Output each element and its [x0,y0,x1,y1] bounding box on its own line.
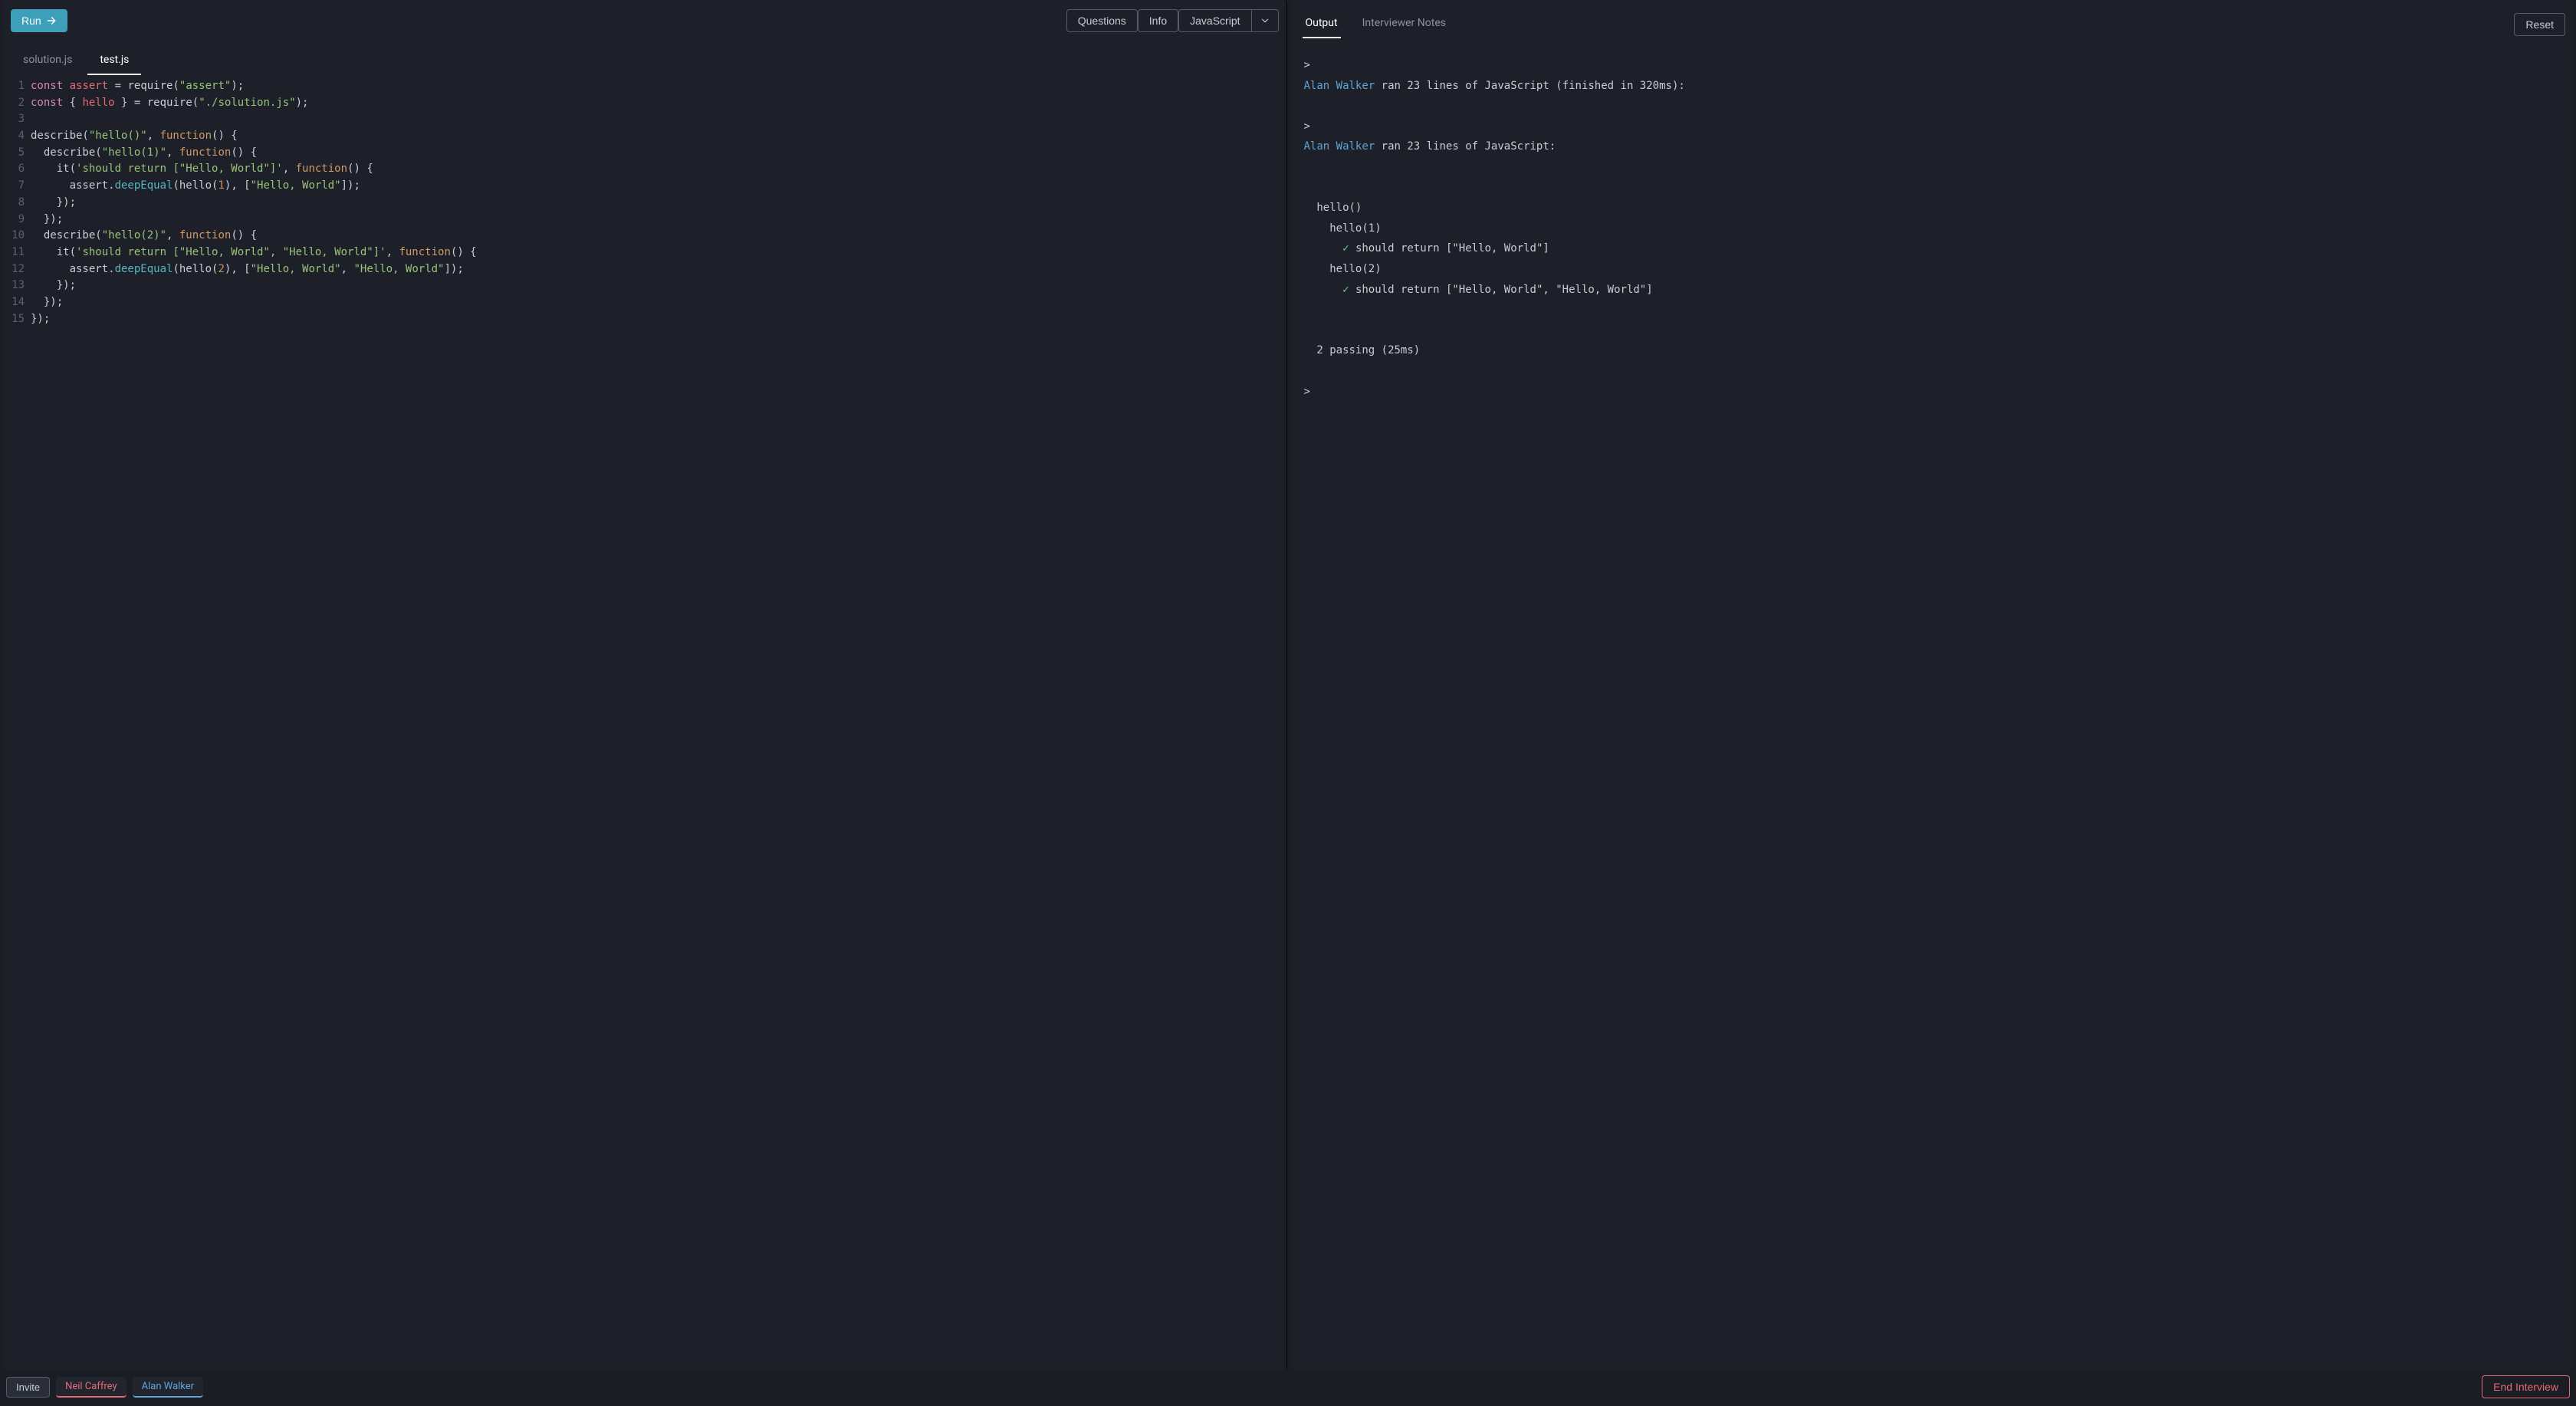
output-pane: Output Interviewer Notes Reset > Alan Wa… [1290,0,2574,1369]
code-content: }); [31,294,1286,311]
output-suite: hello(2) [1304,263,1382,275]
invite-button[interactable]: Invite [6,1377,50,1398]
editor-toolbar: Run Questions Info JavaScript [3,0,1286,41]
line-number: 5 [3,145,31,162]
code-content: describe("hello()", function() { [31,128,1286,145]
code-line: 5 describe("hello(1)", function() { [3,145,1286,162]
code-content: }); [31,311,1286,328]
code-content: describe("hello(1)", function() { [31,145,1286,162]
tab-interviewer-notes[interactable]: Interviewer Notes [1359,11,1449,38]
code-line: 10 describe("hello(2)", function() { [3,228,1286,245]
output-runner-name: Alan Walker [1304,140,1375,153]
code-line: 3 [3,111,1286,128]
tab-output[interactable]: Output [1303,11,1341,38]
language-dropdown-button[interactable] [1251,9,1279,32]
code-content: }); [31,195,1286,212]
code-content: describe("hello(2)", function() { [31,228,1286,245]
check-icon: ✓ [1342,242,1349,255]
code-line: 4describe("hello()", function() { [3,128,1286,145]
run-label: Run [21,15,41,27]
line-number: 15 [3,311,31,328]
info-button[interactable]: Info [1138,9,1178,32]
file-tab-test[interactable]: test.js [87,46,141,75]
questions-button[interactable]: Questions [1066,9,1138,32]
code-line: 14 }); [3,294,1286,311]
output-prompt: > [1304,386,1310,398]
code-content: const assert = require("assert"); [31,78,1286,95]
participant-chip-alan[interactable]: Alan Walker [133,1377,203,1398]
output-test: should return ["Hello, World"] [1349,242,1549,255]
output-text: ran 23 lines of JavaScript: [1375,140,1556,153]
code-editor[interactable]: 1const assert = require("assert");2const… [3,75,1286,1369]
line-number: 13 [3,278,31,294]
code-content: }); [31,212,1286,228]
code-line: 11 it('should return ["Hello, World", "H… [3,245,1286,261]
output-toolbar: Output Interviewer Notes Reset [1290,0,2574,41]
code-content [31,111,1286,128]
code-content: assert.deepEqual(hello(1), ["Hello, Worl… [31,178,1286,195]
end-interview-button[interactable]: End Interview [2482,1375,2570,1398]
check-icon: ✓ [1342,284,1349,296]
reset-button[interactable]: Reset [2514,13,2565,36]
run-button[interactable]: Run [11,9,67,32]
code-content: assert.deepEqual(hello(2), ["Hello, Worl… [31,261,1286,278]
output-prompt: > [1304,59,1310,71]
line-number: 4 [3,128,31,145]
code-content: const { hello } = require("./solution.js… [31,95,1286,112]
code-line: 6 it('should return ["Hello, World"]', f… [3,161,1286,178]
output-suite: hello() [1304,202,1362,214]
code-line: 9 }); [3,212,1286,228]
line-number: 11 [3,245,31,261]
code-line: 1const assert = require("assert"); [3,78,1286,95]
code-content: it('should return ["Hello, World"]', fun… [31,161,1286,178]
line-number: 9 [3,212,31,228]
language-button[interactable]: JavaScript [1178,9,1250,32]
line-number: 8 [3,195,31,212]
line-number: 14 [3,294,31,311]
file-tabs: solution.js test.js [3,46,1286,75]
output-test: should return ["Hello, World", "Hello, W… [1349,284,1653,296]
output-runner-name: Alan Walker [1304,80,1375,92]
code-line: 15}); [3,311,1286,328]
line-number: 1 [3,78,31,95]
code-content: }); [31,278,1286,294]
output-summary: 2 passing (25ms) [1304,344,1421,356]
line-number: 2 [3,95,31,112]
code-line: 7 assert.deepEqual(hello(1), ["Hello, Wo… [3,178,1286,195]
line-number: 6 [3,161,31,178]
code-line: 8 }); [3,195,1286,212]
output-text: ran 23 lines of JavaScript (finished in … [1375,80,1685,92]
code-line: 2const { hello } = require("./solution.j… [3,95,1286,112]
arrow-right-icon [46,15,57,26]
output-suite: hello(1) [1304,222,1382,235]
code-line: 13 }); [3,278,1286,294]
participant-chip-neil[interactable]: Neil Caffrey [56,1377,127,1398]
line-number: 7 [3,178,31,195]
line-number: 3 [3,111,31,128]
output-prompt: > [1304,120,1310,133]
file-tab-solution[interactable]: solution.js [11,46,84,75]
line-number: 12 [3,261,31,278]
language-select-group: JavaScript [1178,9,1278,32]
code-line: 12 assert.deepEqual(hello(2), ["Hello, W… [3,261,1286,278]
output-console[interactable]: > Alan Walker ran 23 lines of JavaScript… [1290,41,2574,1369]
editor-pane: Run Questions Info JavaScript solution.j… [3,0,1287,1369]
line-number: 10 [3,228,31,245]
chevron-down-icon [1260,15,1270,26]
bottom-bar: Invite Neil Caffrey Alan Walker End Inte… [0,1369,2576,1406]
code-content: it('should return ["Hello, World", "Hell… [31,245,1286,261]
